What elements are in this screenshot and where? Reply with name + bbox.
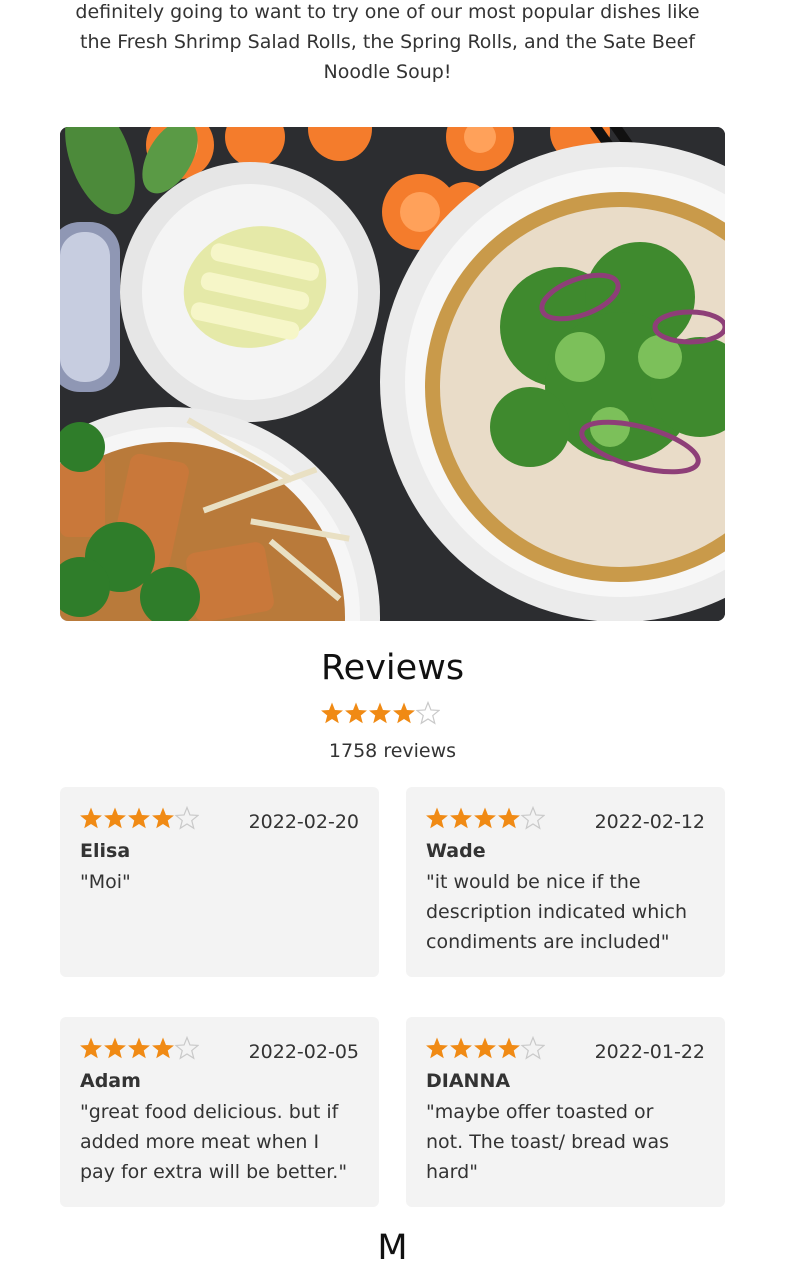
review-card: 2022-02-20 Elisa "Moi" [60,787,379,977]
reviews-heading: Reviews [320,648,465,688]
star-filled-icon [128,1037,150,1059]
star-filled-icon [498,1037,520,1059]
star-filled-icon [450,1037,472,1059]
star-filled-icon [369,702,391,724]
reviewer-name: Elisa [80,840,131,862]
review-card: 2022-02-05 Adam "great food delicious. b… [60,1017,379,1207]
review-rating-stars [425,1036,545,1060]
review-card: 2022-02-12 Wade "it would be nice if the… [406,787,725,977]
star-filled-icon [393,702,415,724]
summary-rating-stars [320,701,440,725]
star-empty-icon [520,1036,545,1060]
reviewer-name: DIANNA [426,1070,511,1092]
star-filled-icon [104,807,126,829]
star-empty-icon [415,701,440,725]
review-text: "Moi" [80,871,131,893]
star-filled-icon [104,1037,126,1059]
star-filled-icon [152,807,174,829]
star-filled-icon [345,702,367,724]
next-section-heading: M [377,1228,408,1268]
reviewer-name: Wade [426,840,486,862]
star-filled-icon [426,1037,448,1059]
review-text: "great food delicious. but if added more… [80,1101,348,1183]
star-filled-icon [474,1037,496,1059]
star-filled-icon [474,807,496,829]
review-rating-stars [79,806,199,830]
star-filled-icon [450,807,472,829]
star-empty-icon [174,806,199,830]
food-photo-illustration [60,127,725,621]
review-rating-stars [79,1036,199,1060]
reviews-count: 1758 reviews [328,740,457,762]
star-filled-icon [321,702,343,724]
review-date: 2022-02-12 [594,811,705,833]
star-empty-icon [520,806,545,830]
reviewer-name: Adam [80,1070,141,1092]
star-filled-icon [80,807,102,829]
intro-paragraph: definitely going to want to try one of o… [75,1,700,83]
review-text: "it would be nice if the description ind… [426,871,688,953]
star-filled-icon [152,1037,174,1059]
review-date: 2022-01-22 [594,1041,705,1063]
star-filled-icon [498,807,520,829]
star-filled-icon [128,807,150,829]
food-photo [60,127,725,621]
review-text: "maybe offer toasted or not. The toast/ … [426,1101,670,1183]
star-filled-icon [426,807,448,829]
review-date: 2022-02-05 [248,1041,359,1063]
review-rating-stars [425,806,545,830]
review-date: 2022-02-20 [248,811,359,833]
star-filled-icon [80,1037,102,1059]
review-card: 2022-01-22 DIANNA "maybe offer toasted o… [406,1017,725,1207]
star-empty-icon [174,1036,199,1060]
